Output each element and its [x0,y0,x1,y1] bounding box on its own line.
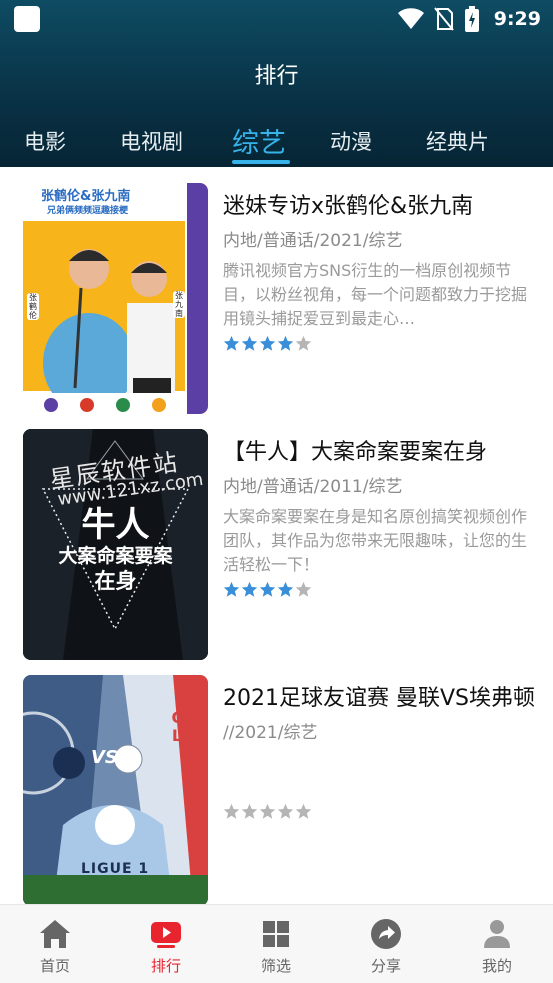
item-meta: 内地/普通话/2011/综艺 [223,477,403,497]
poster-left-tag: 张鹤伦 [27,293,39,320]
tab-tv[interactable]: 电视剧 [120,126,183,156]
star-icon [295,581,312,597]
star-icon [259,335,276,351]
poster-image: 星辰软件站 www.121xz.com 牛人 大案命案要案 在身 [23,429,208,660]
item-title[interactable]: 【牛人】大案命案要案在身 [223,437,535,469]
poster-image: VS OLY LYO LIGUE 1 [23,675,208,904]
page-title: 排行 [254,64,299,89]
rating-stars [223,581,535,599]
poster-right-tag: 张九南 [173,291,185,318]
item-description: 大案命案要案在身是知名原创搞笑视频创作团队，其作品为您带来无限趣味，让您的生活轻… [223,507,528,574]
user-icon [484,920,510,948]
nav-label: 首页 [39,957,70,975]
list-item[interactable]: 星辰软件站 www.121xz.com 牛人 大案命案要案 在身 【牛人】大案命… [0,429,553,661]
poster-league: LIGUE 1 [81,861,150,877]
rating-stars [223,803,535,821]
poster-line1: 大案命案要案 [58,545,173,567]
list-item[interactable]: 张鹤伦&张九南 兄弟俩频频逗趣接梗 张鹤伦 张九南 迷妹专访x张鹤伦&张九南 内… [0,183,553,415]
nav-ranking[interactable]: 排行 [126,917,206,976]
star-icon [277,803,294,819]
item-description: 腾讯视频官方SNS衍生的一档原创视频节目，以粉丝视角，每一个问题都致力于挖掘用镜… [223,261,528,328]
item-title[interactable]: 迷妹专访x张鹤伦&张九南 [223,191,535,223]
nav-label: 分享 [370,957,401,975]
star-icon [259,803,276,819]
wifi-icon [397,8,424,29]
star-icon [277,335,294,351]
tab-movie[interactable]: 电影 [24,126,66,156]
item-title[interactable]: 2021足球友谊赛 曼联VS埃弗顿 [223,683,535,715]
star-icon [295,803,312,819]
tab-indicator [232,160,290,164]
tab-classic[interactable]: 经典片 [426,126,489,156]
star-icon [277,581,294,597]
star-icon [223,335,240,351]
item-meta: //2021/综艺 [223,723,318,743]
bottom-nav: 首页 排行 筛选 分享 我的 [0,904,553,983]
star-icon [295,335,312,351]
star-icon [241,803,258,819]
poster-vs: VS [91,747,118,768]
status-time: 9:29 [493,8,541,30]
no-sim-icon [433,7,454,31]
star-icon [241,335,258,351]
poster-big-text: 牛人 [81,505,150,545]
battery-icon [464,6,479,32]
share-icon [371,919,401,949]
nav-home[interactable]: 首页 [15,917,95,976]
category-tabs: 电影 电视剧 综艺 动漫 经典片 [0,120,553,167]
star-icon [223,803,240,819]
star-icon [223,581,240,597]
tab-anime[interactable]: 动漫 [330,126,372,156]
nav-label: 筛选 [260,957,291,975]
status-bar: 9:29 [0,0,553,38]
star-icon [241,581,258,597]
item-description [223,751,535,799]
home-icon [40,920,70,948]
nav-filter[interactable]: 筛选 [236,917,316,976]
rating-stars [223,335,535,353]
play-icon [151,922,181,948]
poster-club: OLY LYO [171,708,205,745]
poster-line2: 在身 [94,569,137,593]
nav-share[interactable]: 分享 [346,917,426,976]
star-icon [259,581,276,597]
poster-image: 张鹤伦&张九南 兄弟俩频频逗趣接梗 张鹤伦 张九南 [23,183,208,414]
nav-profile[interactable]: 我的 [457,917,537,976]
notification-icon [14,6,40,32]
item-meta: 内地/普通话/2021/综艺 [223,231,403,251]
poster-subcaption: 兄弟俩频频逗趣接梗 [47,206,129,216]
tab-variety[interactable]: 综艺 [232,121,286,160]
poster-caption: 张鹤伦&张九南 [41,189,131,204]
list-item[interactable]: VS OLY LYO LIGUE 1 2021足球友谊赛 曼联VS埃弗顿 //2… [0,675,553,904]
header: 9:29 排行 电影 电视剧 综艺 动漫 经典片 [0,0,553,167]
grid-icon [263,921,289,947]
nav-label: 我的 [481,957,512,975]
ranking-list: 张鹤伦&张九南 兄弟俩频频逗趣接梗 张鹤伦 张九南 迷妹专访x张鹤伦&张九南 内… [0,167,553,904]
nav-label: 排行 [150,957,181,975]
